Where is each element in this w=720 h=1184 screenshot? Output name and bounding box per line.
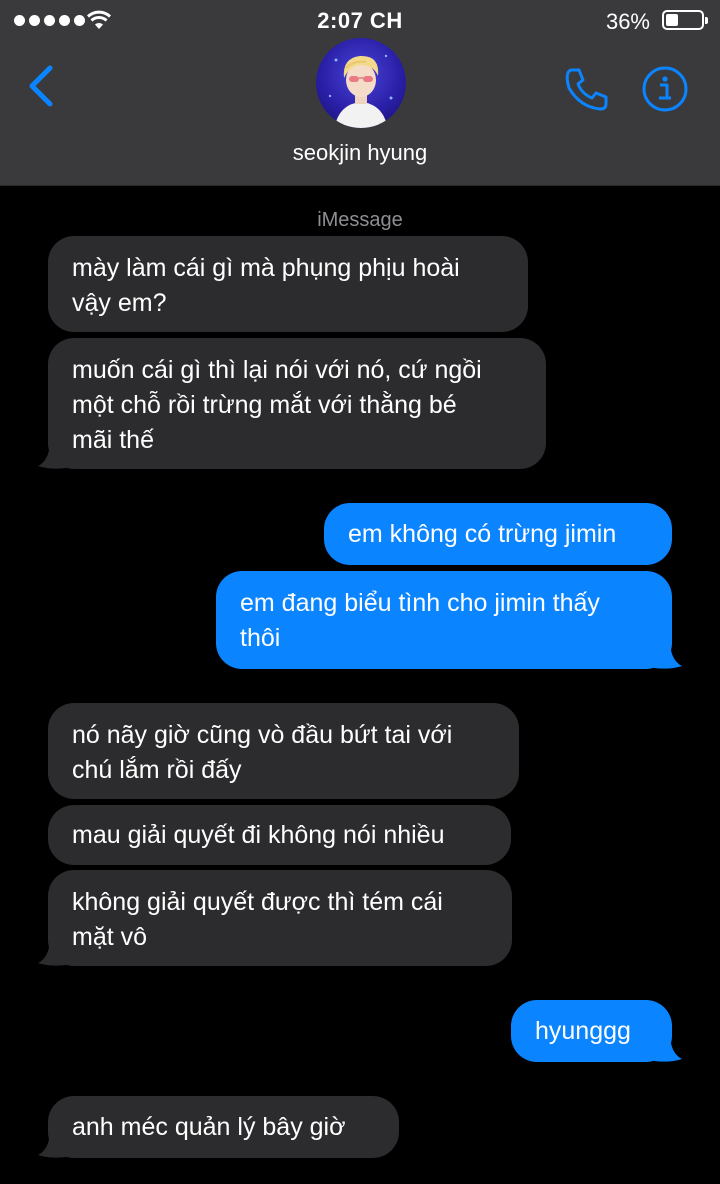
message-text-line: muốn cái gì thì lại nói với nó, cứ ngồi <box>72 356 482 384</box>
contact-avatar[interactable] <box>316 38 406 128</box>
message-text-line: vậy em? <box>72 289 167 317</box>
message-bubble-outgoing[interactable]: em không có trừng jimin <box>324 503 672 565</box>
battery-icon <box>662 10 708 30</box>
message-text-line: thôi <box>240 624 281 652</box>
message-text-line: mày làm cái gì mà phụng phịu hoài <box>72 254 460 282</box>
message-text-line: nó nãy giờ cũng vò đầu bứt tai với <box>72 721 453 749</box>
battery-percentage: 36% <box>605 9 650 34</box>
message-text-line: mau giải quyết đi không nói nhiều <box>72 821 445 849</box>
message-bubble-incoming[interactable]: không giải quyết được thì tém cái mặt vô <box>48 870 512 966</box>
message-bubble-outgoing[interactable]: hyunggg <box>511 1000 672 1062</box>
message-bubble-incoming[interactable]: mau giải quyết đi không nói nhiều <box>48 805 511 865</box>
contact-name[interactable]: seokjin hyung <box>0 140 720 166</box>
conversation-header: seokjin hyung <box>0 38 720 186</box>
bubble-tail <box>654 1033 682 1062</box>
message-text-line: mặt vô <box>72 923 148 951</box>
bubble-tail <box>38 1129 66 1158</box>
message-text-line: anh méc quản lý bây giờ <box>72 1113 346 1141</box>
status-bar: 2:07 CH 36% <box>0 0 720 40</box>
bubble-tail <box>654 640 682 669</box>
message-bubble-incoming[interactable]: nó nãy giờ cũng vò đầu bứt tai với chú l… <box>48 703 519 799</box>
message-bubble-incoming[interactable]: anh méc quản lý bây giờ <box>48 1096 399 1158</box>
phone-icon[interactable] <box>562 64 612 114</box>
message-text-line: em đang biểu tình cho jimin thấy <box>240 589 600 617</box>
message-text-line: hyunggg <box>535 1017 631 1045</box>
back-chevron-icon[interactable] <box>22 62 62 110</box>
message-text-line: mãi thế <box>72 426 154 454</box>
avatar-photo <box>328 54 393 128</box>
bubble-tail <box>38 937 66 966</box>
battery-fill <box>666 14 678 26</box>
message-bubble-incoming[interactable]: mày làm cái gì mà phụng phịu hoài vậy em… <box>48 236 528 332</box>
message-bubble-outgoing[interactable]: em đang biểu tình cho jimin thấy thôi <box>216 571 672 669</box>
message-text-line: chú lắm rồi đấy <box>72 756 242 784</box>
message-text-line: em không có trừng jimin <box>348 520 617 548</box>
message-text-line: không giải quyết được thì tém cái <box>72 888 443 916</box>
service-label: iMessage <box>317 209 403 231</box>
message-bubble-incoming[interactable]: muốn cái gì thì lại nói với nó, cứ ngồi … <box>48 338 546 469</box>
message-text-line: một chỗ rồi trừng mắt với thằng bé <box>72 391 457 419</box>
bubble-tail <box>38 440 66 469</box>
info-icon[interactable] <box>641 65 689 113</box>
